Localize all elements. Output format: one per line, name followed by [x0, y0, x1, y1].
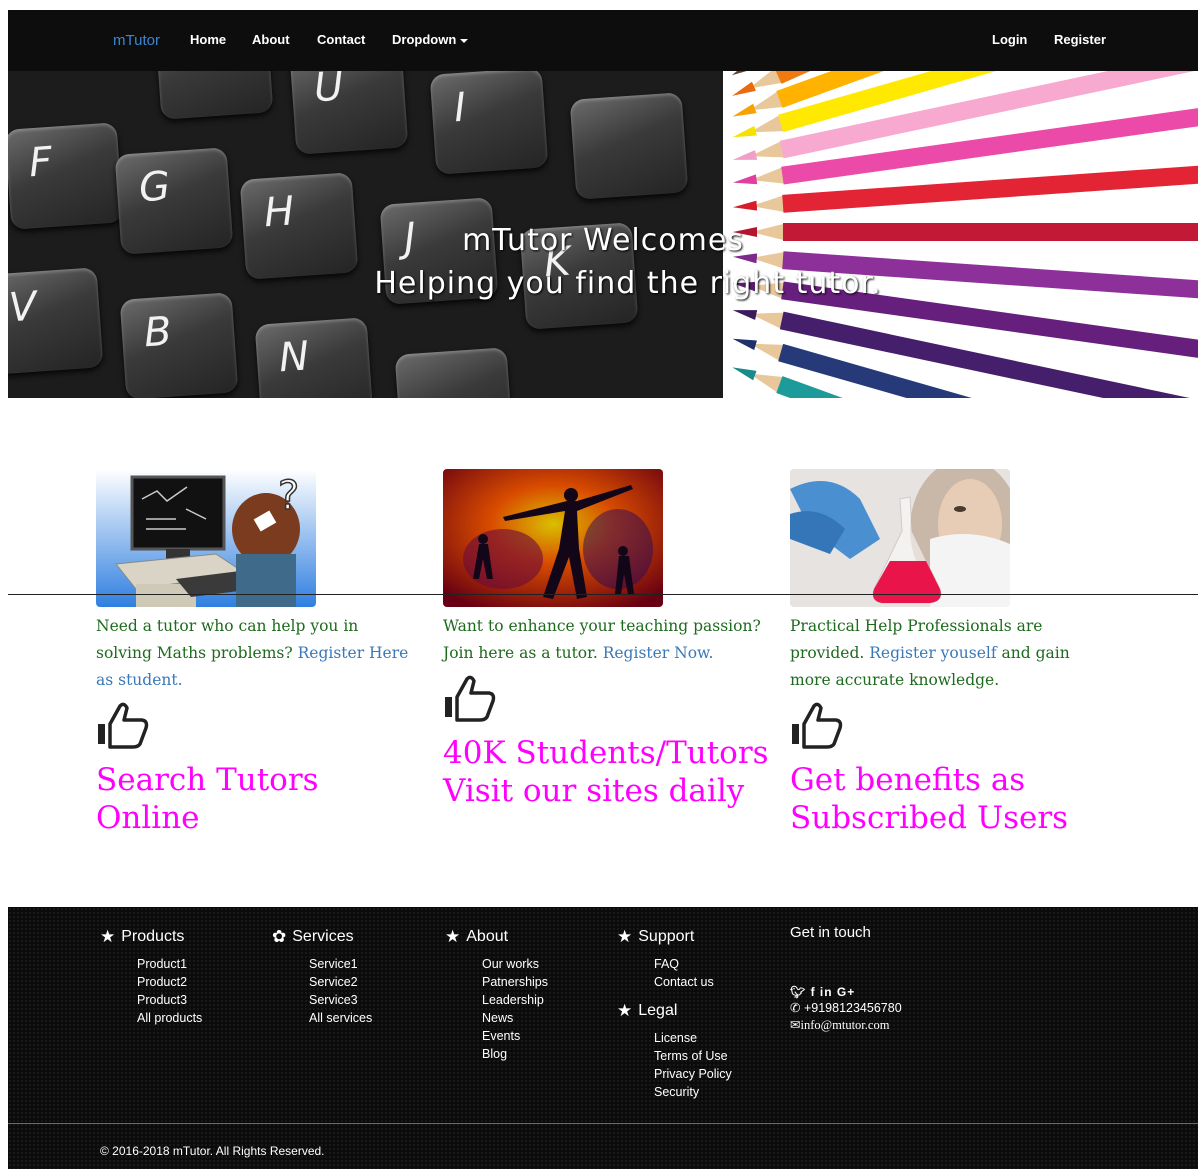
copyright: © 2016-2018 mTutor. All Rights Reserved. [100, 1144, 325, 1158]
footer-link[interactable]: Service3 [309, 991, 372, 1009]
footer-link[interactable]: Our works [482, 955, 548, 973]
nav-dropdown[interactable]: Dropdown [392, 32, 469, 47]
key: N [254, 317, 374, 398]
footer: ★ Products Product1 Product2 Product3 All… [8, 907, 1198, 1169]
star-icon: ★ [617, 1001, 633, 1020]
footer-link[interactable]: Blog [482, 1045, 548, 1063]
tutor-thumbnail [443, 469, 663, 607]
thumbs-up-icon [98, 702, 149, 749]
key [569, 92, 689, 200]
footer-link[interactable]: News [482, 1009, 548, 1027]
social-links: 🐦︎ f in G+ [790, 985, 902, 999]
feature-student: ? Need a tutor who can help you in solvi… [96, 469, 426, 837]
register-tutor-link[interactable]: Register Now. [603, 644, 714, 662]
feature-heading: 40K Students/Tutors Visit our sites dail… [443, 735, 769, 809]
hero-banner: Y U I F G H J K V B N [8, 71, 1198, 398]
footer-contact: Get in touch 🐦︎ f in G+ ✆ +9198123456780… [790, 924, 902, 1033]
nav-dropdown-label: Dropdown [392, 32, 457, 47]
footer-link[interactable]: Contact us [654, 973, 732, 991]
star-icon: ★ [445, 927, 461, 946]
footer-link[interactable]: All products [137, 1009, 202, 1027]
footer-heading: Legal [638, 1002, 678, 1019]
feature-subscriber: Practical Help Professionals are provide… [790, 469, 1120, 837]
footer-link[interactable]: License [654, 1029, 732, 1047]
footer-products: ★ Products Product1 Product2 Product3 All… [100, 927, 202, 1027]
horizontal-rule [8, 594, 1198, 595]
hero-subtitle: Helping you find the right tutor. [374, 266, 882, 301]
key: Y [154, 71, 274, 120]
footer-heading: Products [121, 928, 185, 945]
nav-about[interactable]: About [252, 32, 290, 47]
student-thumbnail: ? [96, 469, 316, 607]
footer-link[interactable]: Service1 [309, 955, 372, 973]
brand-link[interactable]: mTutor [113, 32, 160, 49]
feature-tutor: Want to enhance your teaching passion? J… [443, 469, 773, 810]
key: I [429, 71, 549, 175]
feature-heading: Search Tutors Online [96, 762, 319, 836]
social-icons[interactable]: f in G+ [811, 985, 856, 999]
star-icon: ★ [617, 927, 633, 946]
email-address[interactable]: info@mtutor.com [800, 1018, 889, 1032]
thumbs-up-icon [445, 675, 496, 722]
footer-about: ★ About Our works Patnerships Leadership … [445, 927, 548, 1063]
nav-home[interactable]: Home [190, 32, 226, 47]
footer-heading: Services [292, 928, 354, 945]
footer-link[interactable]: Product2 [137, 973, 202, 991]
footer-heading: Get in touch [790, 924, 871, 941]
footer-link[interactable]: Terms of Use [654, 1047, 732, 1065]
twitter-icon[interactable]: 🐦︎ [790, 985, 806, 999]
footer-heading: About [466, 928, 509, 945]
feature-heading: Get benefits as Subscribed Users [790, 762, 1069, 836]
footer-link[interactable]: All services [309, 1009, 372, 1027]
key: U [289, 71, 409, 155]
footer-link[interactable]: Service2 [309, 973, 372, 991]
footer-link[interactable]: Privacy Policy [654, 1065, 732, 1083]
key: B [119, 292, 239, 398]
subscriber-description: Practical Help Professionals are provide… [790, 617, 1070, 689]
footer-heading: Support [638, 928, 695, 945]
caret-down-icon [460, 38, 469, 43]
student-description: Need a tutor who can help you in solving… [96, 617, 409, 689]
footer-link[interactable]: Patnerships [482, 973, 548, 991]
envelope-icon: ✉ [790, 1018, 801, 1032]
tutor-description: Want to enhance your teaching passion? J… [443, 617, 761, 662]
nav-contact[interactable]: Contact [317, 32, 365, 47]
footer-link[interactable]: Events [482, 1027, 548, 1045]
svg-text:?: ? [278, 473, 299, 519]
nav-login[interactable]: Login [992, 32, 1027, 47]
hero-title: mTutor Welcomes [462, 223, 744, 258]
phone-line: ✆ +9198123456780 [790, 999, 902, 1017]
top-navbar: mTutor Home About Contact Dropdown Login… [8, 10, 1198, 71]
thumbs-up-icon [792, 702, 843, 749]
footer-link[interactable]: Leadership [482, 991, 548, 1009]
footer-link[interactable]: FAQ [654, 955, 732, 973]
gear-icon: ✿ [272, 927, 287, 946]
register-subscriber-link[interactable]: Register youself [869, 644, 996, 662]
footer-divider [8, 1123, 1198, 1124]
footer-link[interactable]: Security [654, 1083, 732, 1101]
footer-services: ✿ Services Service1 Service2 Service3 All… [272, 927, 372, 1027]
footer-link[interactable]: Product1 [137, 955, 202, 973]
phone-icon: ✆ [790, 1001, 801, 1015]
footer-support: ★ Support FAQ Contact us ★ Legal License T… [617, 927, 732, 1101]
page: mTutor Home About Contact Dropdown Login… [8, 10, 1198, 1169]
nav-register[interactable]: Register [1054, 32, 1106, 47]
footer-link[interactable]: Product3 [137, 991, 202, 1009]
key: F [8, 122, 124, 230]
phone-number: +9198123456780 [803, 1001, 902, 1015]
email-line: ✉info@mtutor.com [790, 1017, 902, 1033]
key [394, 347, 514, 398]
lab-thumbnail [790, 469, 1010, 607]
star-icon: ★ [100, 927, 116, 946]
